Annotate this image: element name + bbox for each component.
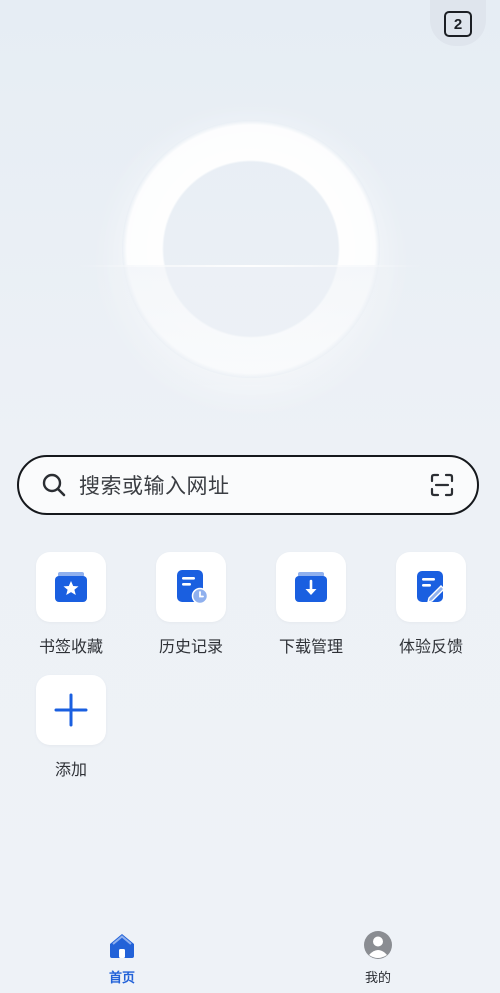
shortcut-label: 体验反馈 [398,639,463,656]
feedback-edit-icon [417,571,445,603]
search-input[interactable]: 搜索或输入网址 [79,470,429,500]
logo-reflection [110,265,392,385]
history-document-icon [177,570,209,605]
shortcut-tile[interactable] [156,552,226,622]
shortcut-add[interactable]: 添加 [29,675,113,780]
nav-home[interactable]: 首页 [82,930,162,986]
shortcut-feedback[interactable]: 体验反馈 [389,552,473,657]
shortcut-tile[interactable] [36,675,106,745]
tab-count-badge: 2 [444,11,472,37]
shortcut-label: 书签收藏 [38,639,103,656]
home-icon [110,934,134,958]
plus-icon [54,693,88,727]
shortcut-tile[interactable] [36,552,106,622]
nav-mine-label: 我的 [364,970,391,985]
shortcut-tile[interactable] [396,552,466,622]
bookmark-star-icon [55,572,87,602]
shortcut-label: 下载管理 [278,639,343,656]
search-icon [42,473,66,497]
shortcut-history[interactable]: 历史记录 [149,552,233,657]
search-bar[interactable]: 搜索或输入网址 [17,455,479,515]
logo-horizon-line [75,265,425,267]
bottom-navigation: 首页 我的 [0,920,500,993]
nav-home-label: 首页 [108,970,135,985]
shortcut-tile[interactable] [276,552,346,622]
shortcut-label: 历史记录 [158,639,223,656]
scan-icon[interactable] [429,472,455,498]
user-avatar-icon [364,931,392,959]
download-folder-icon [295,572,327,602]
nav-mine[interactable]: 我的 [338,930,418,986]
shortcut-label: 添加 [54,762,87,779]
shortcut-downloads[interactable]: 下载管理 [269,552,353,657]
shortcut-bookmarks[interactable]: 书签收藏 [29,552,113,657]
tab-switcher-button[interactable]: 2 [430,0,486,46]
